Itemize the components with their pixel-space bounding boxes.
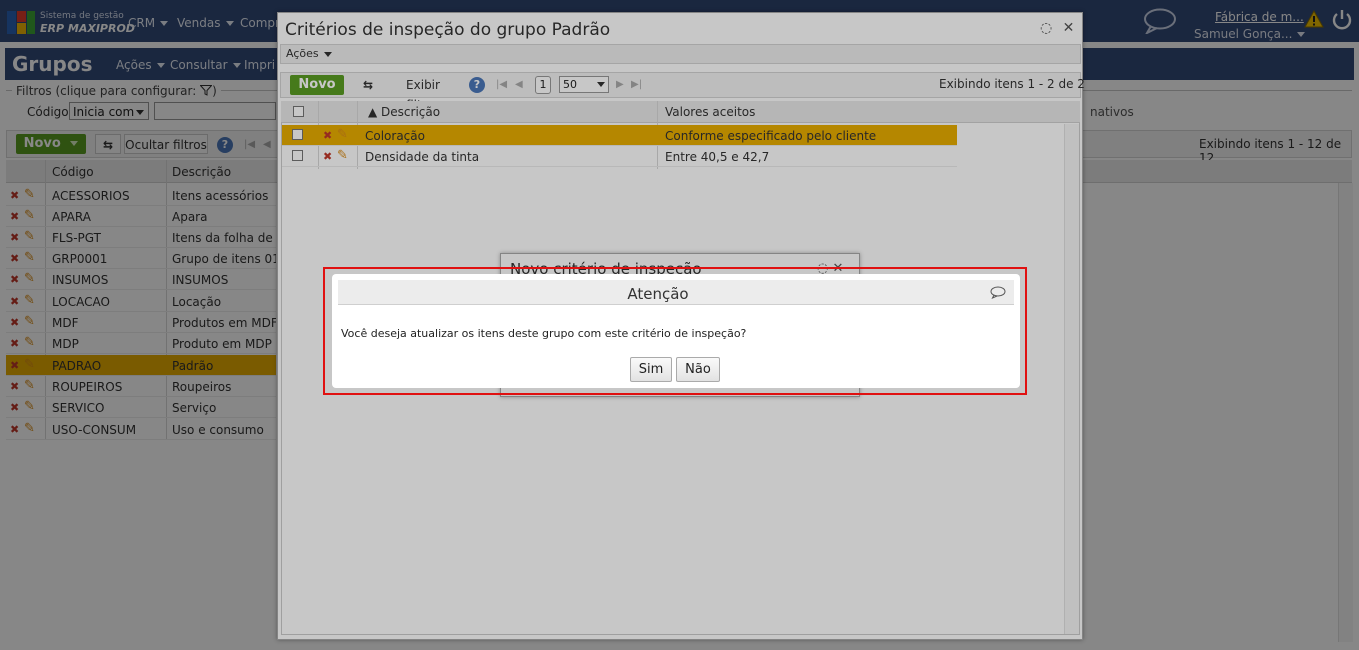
highlight-outline xyxy=(323,267,1027,395)
